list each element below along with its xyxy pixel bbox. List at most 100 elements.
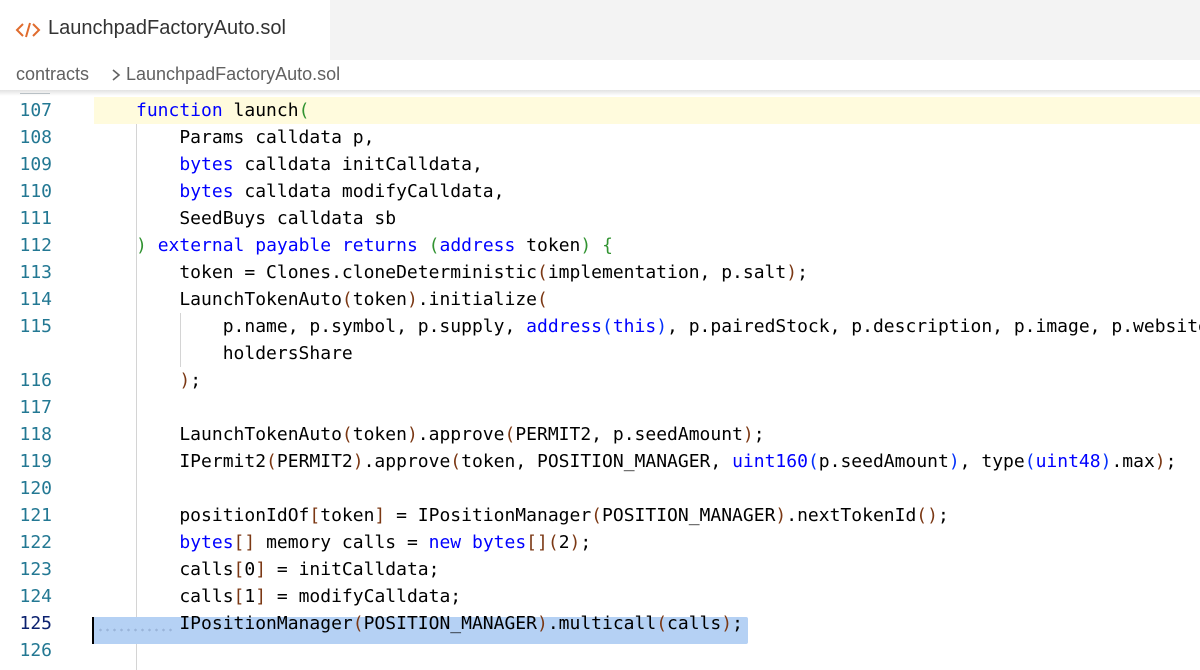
code-line[interactable]: 117 xyxy=(0,394,1200,421)
line-number: 123 xyxy=(19,559,52,580)
code-token: ( xyxy=(807,451,819,472)
code-text: IPermit2(PERMIT2).approve(token, POSITIO… xyxy=(136,448,1176,475)
code-token: [] xyxy=(526,532,548,553)
code-token: ( xyxy=(591,505,603,526)
code-line[interactable]: 124 calls[1] = modifyCalldata; xyxy=(0,583,1200,610)
code-token: LaunchTokenAuto xyxy=(136,424,342,445)
code-text: SeedBuys calldata sb xyxy=(136,205,396,232)
code-token: p.seedAmount xyxy=(818,451,949,472)
code-text: LaunchTokenAuto(token).initialize( xyxy=(136,286,548,313)
code-token: = IPositionManager xyxy=(385,505,592,526)
code-line[interactable]: 116 ); xyxy=(0,367,1200,394)
code-token: ; xyxy=(1165,451,1177,472)
code-line[interactable]: 113 token = Clones.cloneDeterministic(im… xyxy=(0,259,1200,286)
code-token: ] xyxy=(374,505,386,526)
code-token: ) xyxy=(948,451,960,472)
code-token: ) xyxy=(580,235,592,256)
code-token: .approve xyxy=(417,424,505,445)
code-token: = modifyCalldata; xyxy=(266,586,462,607)
code-text: positionIdOf[token] = IPositionManager(P… xyxy=(136,502,949,529)
code-text: function launch( xyxy=(136,97,309,124)
code-token: ( xyxy=(428,235,440,256)
code-token: [] xyxy=(233,532,256,553)
code-token: ; xyxy=(190,370,202,391)
code-token: bytes xyxy=(179,532,234,553)
code-token: memory calls = xyxy=(255,532,429,553)
line-number: 118 xyxy=(19,424,52,445)
code-token: ) xyxy=(775,505,787,526)
code-token: SeedBuys calldata sb xyxy=(136,208,397,229)
code-token: POSITION_MANAGER xyxy=(602,505,776,526)
tab-title: LaunchpadFactoryAuto.sol xyxy=(48,17,286,39)
code-token: new xyxy=(428,532,462,553)
code-token: ; xyxy=(937,505,949,526)
code-line[interactable]: 108 Params calldata p, xyxy=(0,124,1200,151)
code-line[interactable]: 115 p.name, p.symbol, p.supply, address(… xyxy=(0,313,1200,340)
code-text: token = Clones.cloneDeterministic(implem… xyxy=(136,259,808,286)
code-line[interactable]: 125 IPositionManager(POSITION_MANAGER).m… xyxy=(0,610,1200,637)
code-token: calls xyxy=(136,586,234,607)
breadcrumb-file[interactable]: LaunchpadFactoryAuto.sol xyxy=(126,64,340,85)
code-token: { xyxy=(602,235,613,256)
code-line[interactable]: 109 bytes calldata initCalldata, xyxy=(0,151,1200,178)
code-line[interactable]: 111 SeedBuys calldata sb xyxy=(0,205,1200,232)
tab-bar: LaunchpadFactoryAuto.sol xyxy=(0,0,1200,60)
line-number: 107 xyxy=(19,100,52,121)
code-token: ; xyxy=(753,424,765,445)
code-line[interactable]: 126 xyxy=(0,637,1200,664)
breadcrumb-folder[interactable]: contracts xyxy=(16,64,89,85)
code-token: token xyxy=(352,424,407,445)
code-text: ) external payable returns (address toke… xyxy=(136,232,613,259)
code-token: ] xyxy=(255,559,267,580)
code-token: token xyxy=(515,235,581,256)
line-number: 122 xyxy=(19,532,52,553)
code-token: 0 xyxy=(244,559,256,580)
code-line[interactable]: 107 function launch( xyxy=(0,97,1200,124)
code-line[interactable]: 112 ) external payable returns (address t… xyxy=(0,232,1200,259)
code-editor[interactable]: 107 function launch(108 Params calldata p… xyxy=(0,90,1200,670)
code-token: , p.pairedStock, p.description, p.image,… xyxy=(667,316,1200,337)
line-number: 115 xyxy=(19,316,52,337)
code-line[interactable]: 119 IPermit2(PERMIT2).approve(token, POS… xyxy=(0,448,1200,475)
code-token: ) xyxy=(352,451,364,472)
tab-launchpadfactoryauto[interactable]: LaunchpadFactoryAuto.sol xyxy=(0,0,330,60)
code-token: token xyxy=(352,289,407,310)
code-line[interactable]: 118 LaunchTokenAuto(token).approve(PERMI… xyxy=(0,421,1200,448)
code-line[interactable]: 123 calls[0] = initCalldata; xyxy=(0,556,1200,583)
code-token: ) xyxy=(406,289,418,310)
code-line[interactable]: 121 positionIdOf[token] = IPositionManag… xyxy=(0,502,1200,529)
code-line[interactable]: 114 LaunchTokenAuto(token).initialize( xyxy=(0,286,1200,313)
code-token: ( xyxy=(602,316,613,337)
code-token: ) xyxy=(786,262,798,283)
line-number: 110 xyxy=(19,181,52,202)
line-number: 109 xyxy=(19,154,52,175)
code-token: positionIdOf xyxy=(136,505,310,526)
line-number: 116 xyxy=(19,370,52,391)
code-token: ) xyxy=(656,316,668,337)
line-number: 112 xyxy=(19,235,52,256)
code-token: this xyxy=(612,316,657,337)
line-number: 113 xyxy=(19,262,52,283)
code-token: ( xyxy=(547,532,559,553)
code-text: bytes calldata initCalldata, xyxy=(136,151,482,178)
code-token: PERMIT2 xyxy=(276,451,353,472)
code-line[interactable]: 110 bytes calldata modifyCalldata, xyxy=(0,178,1200,205)
code-text: ); xyxy=(136,367,201,394)
code-token: ; xyxy=(732,613,743,634)
code-line[interactable]: 120 xyxy=(0,475,1200,502)
code-token: bytes xyxy=(471,532,527,553)
code-token: [ xyxy=(233,586,245,607)
code-token: ) xyxy=(136,235,147,256)
line-number: 120 xyxy=(19,478,52,499)
code-token: address xyxy=(439,235,516,256)
code-line[interactable]: 122 bytes[] memory calls = new bytes[](2… xyxy=(0,529,1200,556)
code-line[interactable]: holdersShare xyxy=(0,340,1200,367)
code-token: IPermit2 xyxy=(136,451,267,472)
code-token: bytes xyxy=(179,154,234,175)
